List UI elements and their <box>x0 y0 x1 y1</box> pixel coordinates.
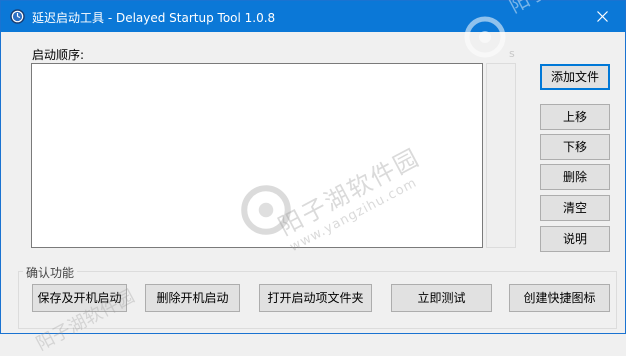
ghost-text: s <box>509 47 515 60</box>
test-now-button[interactable]: 立即测试 <box>391 284 492 312</box>
move-up-button[interactable]: 上移 <box>540 104 610 130</box>
clock-icon <box>10 9 25 24</box>
startup-order-label: 启动顺序: <box>32 48 85 62</box>
move-down-button[interactable]: 下移 <box>540 134 610 160</box>
save-startup-button[interactable]: 保存及开机启动 <box>32 284 127 312</box>
open-startup-folder-button[interactable]: 打开启动项文件夹 <box>259 284 372 312</box>
delete-button[interactable]: 删除 <box>540 164 610 190</box>
add-file-button[interactable]: 添加文件 <box>540 64 610 90</box>
help-button[interactable]: 说明 <box>540 226 610 252</box>
delay-panel <box>486 63 516 248</box>
startup-list[interactable] <box>31 63 483 248</box>
app-window: 延迟启动工具 - Delayed Startup Tool 1.0.8 启动顺序… <box>0 0 626 355</box>
title-bar[interactable]: 延迟启动工具 - Delayed Startup Tool 1.0.8 <box>1 1 625 32</box>
remove-startup-button[interactable]: 删除开机启动 <box>145 284 240 312</box>
clear-button[interactable]: 清空 <box>540 195 610 221</box>
confirm-group-title: 确认功能 <box>23 264 78 281</box>
close-icon <box>597 11 608 22</box>
create-shortcut-button[interactable]: 创建快捷图标 <box>509 284 610 312</box>
window-title: 延迟启动工具 - Delayed Startup Tool 1.0.8 <box>32 11 276 25</box>
close-button[interactable] <box>579 1 625 32</box>
